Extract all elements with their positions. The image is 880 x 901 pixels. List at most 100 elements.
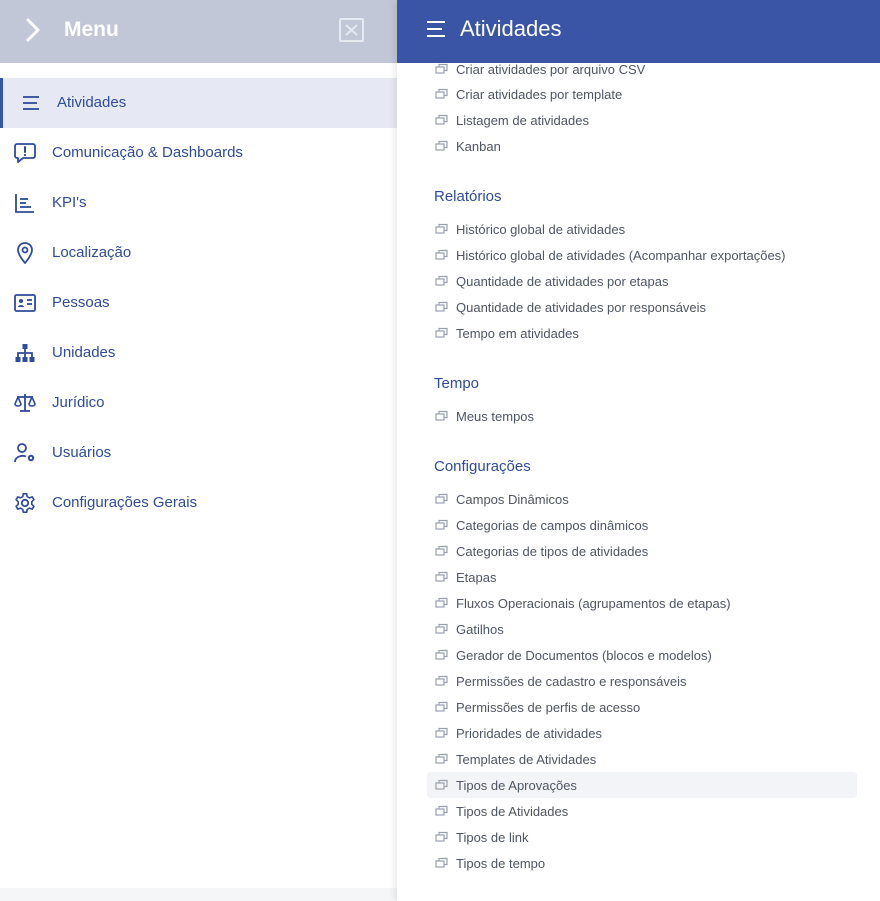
submenu-link-label: Kanban [456,138,501,154]
submenu-link[interactable]: Tipos de link [427,824,857,850]
external-link-icon [435,831,448,842]
menu-item-label: KPI's [52,194,87,211]
submenu-link-label: Gerador de Documentos (blocos e modelos) [456,647,712,663]
submenu-link-label: Campos Dinâmicos [456,491,569,507]
close-button[interactable] [339,18,364,42]
submenu-link[interactable]: Permissões de perfis de acesso [427,694,857,720]
external-link-icon [435,249,448,260]
external-link-icon [435,857,448,868]
submenu-link[interactable]: Campos Dinâmicos [427,486,857,512]
menu-item-configuracoes-gerais[interactable]: Configurações Gerais [0,478,397,528]
submenu-link[interactable]: Categorias de tipos de atividades [427,538,857,564]
external-link-icon [435,805,448,816]
section-title-relatorios: Relatórios [434,188,502,205]
sitemap-icon [15,344,35,362]
submenu-link-label: Tipos de Atividades [456,803,569,819]
submenu-link-label: Histórico global de atividades (Acompanh… [456,247,786,263]
close-icon [345,24,358,36]
submenu-link-label: Criar atividades por template [456,86,623,102]
submenu-link-label: Histórico global de atividades [456,221,626,237]
external-link-icon [435,701,448,712]
menu-item-atividades[interactable]: Atividades [0,78,397,128]
menu-item-juridico[interactable]: Jurídico [0,378,397,428]
external-link-icon [435,88,448,99]
submenu-link[interactable]: Etapas [427,564,857,590]
user-gear-icon [14,443,35,463]
submenu-link-label: Meus tempos [456,408,535,424]
external-link-icon [435,140,448,151]
submenu-link[interactable]: Criar atividades por template [427,81,857,107]
external-link-icon [435,623,448,634]
submenu-link-label: Categorias de campos dinâmicos [456,517,649,533]
submenu-link-label: Tipos de Aprovações [456,777,577,793]
external-link-icon [435,545,448,556]
submenu-link[interactable]: Quantidade de atividades por etapas [427,268,857,294]
hamburger-icon[interactable] [426,20,446,38]
external-link-icon [435,223,448,234]
submenu-link-hovered[interactable]: Tipos de Aprovações [427,772,857,798]
submenu-link-label: Prioridades de atividades [456,725,602,741]
submenu-link-label: Quantidade de atividades por etapas [456,273,669,289]
submenu-link[interactable]: Fluxos Operacionais (agrupamentos de eta… [427,590,857,616]
submenu-link[interactable]: Tipos de Atividades [427,798,857,824]
id-card-icon [14,294,36,312]
external-link-icon [435,597,448,608]
submenu-link[interactable]: Gerador de Documentos (blocos e modelos) [427,642,857,668]
menu-item-label: Atividades [57,94,127,111]
submenu-link[interactable]: Tempo em atividades [427,320,857,346]
submenu-link[interactable]: Listagem de atividades [427,107,857,133]
section-title-tempo: Tempo [434,375,480,392]
external-link-icon [435,779,448,790]
menu-footer [0,888,397,901]
external-link-icon [435,571,448,582]
submenu-link-label: Etapas [456,569,497,585]
submenu-link[interactable]: Meus tempos [427,403,857,429]
external-link-icon [435,301,448,312]
submenu-link[interactable]: Gatilhos [427,616,857,642]
menu-item-label: Unidades [52,344,116,361]
bar-list-icon [15,194,34,213]
submenu-link[interactable]: Categorias de campos dinâmicos [427,512,857,538]
submenu-link[interactable]: Histórico global de atividades (Acompanh… [427,242,857,268]
submenu-link[interactable]: Permissões de cadastro e responsáveis [427,668,857,694]
external-link-icon [435,410,448,421]
submenu-link-label: Tipos de link [456,829,529,845]
external-link-icon [435,327,448,338]
menu-title: Menu [64,18,119,41]
chevron-right-icon[interactable] [22,17,44,43]
submenu-link-label: Templates de Atividades [456,751,597,767]
submenu-link[interactable]: Kanban [427,133,857,159]
external-link-icon [435,493,448,504]
external-link-icon [435,519,448,530]
submenu-link[interactable]: Quantidade de atividades por responsávei… [427,294,857,320]
menu-item-label: Localização [52,244,132,261]
menu-item-label: Configurações Gerais [52,494,198,511]
menu-item-pessoas[interactable]: Pessoas [0,278,397,328]
menu-item-localizacao[interactable]: Localização [0,228,397,278]
message-alert-icon [14,143,36,163]
submenu-link[interactable]: Tipos de tempo [427,850,857,876]
submenu-link-label: Permissões de perfis de acesso [456,699,641,715]
submenu-link[interactable]: Templates de Atividades [427,746,857,772]
submenu-link[interactable]: Criar atividades por arquivo CSV [427,63,857,82]
external-link-icon [435,275,448,286]
submenu-link-label: Fluxos Operacionais (agrupamentos de eta… [456,595,731,611]
submenu-link[interactable]: Histórico global de atividades [427,216,857,242]
menu-item-usuarios[interactable]: Usuários [0,428,397,478]
menu-panel: Menu Atividades Comunicação & Dashboards [0,0,397,901]
submenu-link-label: Tempo em atividades [456,325,579,341]
map-pin-icon [17,242,33,264]
gear-icon [15,493,35,514]
menu-item-kpis[interactable]: KPI's [0,178,397,228]
submenu-link-label: Permissões de cadastro e responsáveis [456,673,687,689]
submenu-link-label: Categorias de tipos de atividades [456,543,649,559]
submenu-link[interactable]: Prioridades de atividades [427,720,857,746]
submenu-panel: Atividades Criar atividades por arquivo … [397,0,880,901]
menu-item-label: Pessoas [52,294,110,311]
submenu-link-label: Tipos de tempo [456,855,546,871]
menu-item-comunicacao[interactable]: Comunicação & Dashboards [0,128,397,178]
submenu-link-label: Criar atividades por arquivo CSV [456,63,646,77]
external-link-icon [435,649,448,660]
menu-item-label: Usuários [52,444,112,461]
menu-item-unidades[interactable]: Unidades [0,328,397,378]
